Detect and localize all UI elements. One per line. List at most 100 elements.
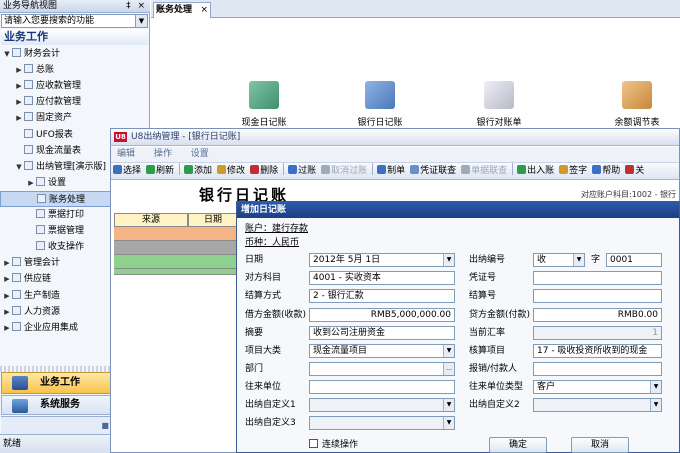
toolbar-button[interactable]: 添加 [182, 163, 214, 179]
dept-field[interactable]: … [309, 362, 455, 376]
expand-icon[interactable]: ▶ [14, 94, 24, 110]
table-row[interactable] [114, 255, 238, 269]
expand-icon[interactable]: ▶ [26, 175, 36, 191]
dialog-titlebar[interactable]: 增加日记账 [237, 202, 679, 218]
window-titlebar[interactable]: U8 U8出纳管理 - [银行日记账] [111, 129, 679, 146]
toolbar-button[interactable]: 签字 [557, 163, 589, 179]
payer-field[interactable] [533, 362, 662, 376]
summary-field[interactable]: 收到公司注册资金 [309, 326, 455, 340]
expand-icon[interactable]: ▶ [2, 320, 12, 336]
expand-icon[interactable]: ▶ [2, 255, 12, 271]
window-title: U8出纳管理 - [银行日记账] [131, 132, 241, 142]
folder-icon [12, 257, 21, 267]
report-icon [24, 128, 33, 138]
custom3-select[interactable]: ▼ [309, 416, 455, 430]
sidebar-item[interactable]: ▶ 固定资产 [0, 110, 149, 126]
sidebar-item[interactable]: ▶ 应付款管理 [0, 94, 149, 110]
grid-header-date[interactable]: 日期 [188, 213, 238, 227]
toolbar-icon [625, 165, 635, 174]
chevron-down-icon[interactable]: ▼ [443, 345, 454, 357]
date-field[interactable]: 2012年 5月 1日 ▼ [309, 253, 455, 267]
nav-panel-controls[interactable]: ‡ × [126, 0, 147, 13]
window-toolbar: 选择 刷新 添加 修改 删除 过账 取消过账 制单 凭证联查 单据联查 出入账 签字 帮助 关 [111, 162, 679, 180]
bank-statement-shortcut[interactable]: 银行对账单 [459, 81, 539, 128]
sidebar-item[interactable]: ▼ 财务会计 [0, 46, 149, 62]
menu-operate[interactable]: 操作 [154, 149, 172, 159]
toolbar-button-label: 出入账 [527, 166, 555, 176]
chevron-down-icon[interactable]: ▼ [573, 254, 584, 266]
grid-header-source[interactable]: 来源 [114, 213, 188, 227]
partner-field[interactable] [309, 380, 455, 394]
toolbar-button[interactable]: 选择 [111, 163, 143, 179]
bank-journal-shortcut[interactable]: 银行日记账 [340, 81, 420, 128]
checkbox-box[interactable] [309, 439, 318, 448]
settle-no-field[interactable] [533, 289, 662, 303]
cashier-no-type-select[interactable]: 收 ▼ [533, 253, 585, 267]
expand-icon[interactable]: ▶ [2, 304, 12, 320]
tab-account-processing[interactable]: 账务处理 × [153, 2, 211, 18]
credit-amount-field[interactable]: RMB0.00 [533, 308, 662, 322]
payable-icon [24, 96, 33, 106]
chevron-down-icon[interactable]: ▼ [650, 399, 661, 411]
cancel-button[interactable]: 取消 [571, 437, 629, 453]
sidebar-item[interactable]: ▶ 应收款管理 [0, 78, 149, 94]
sidebar-item[interactable]: ▶ 总账 [0, 62, 149, 78]
continuous-checkbox[interactable]: 连续操作 [309, 439, 358, 452]
tab-bar: 账务处理 × [151, 0, 680, 18]
partner-type-select[interactable]: 客户 ▼ [533, 380, 662, 394]
expand-icon[interactable]: ▶ [2, 271, 12, 287]
table-row[interactable] [114, 241, 238, 255]
toolbar-button[interactable]: 关 [623, 163, 646, 179]
toolbar-button[interactable]: 修改 [215, 163, 247, 179]
counter-subject-field[interactable]: 4001 - 实收资本 [309, 271, 455, 285]
nav-search-input[interactable]: 请输入您要搜索的功能 ▼ [1, 14, 148, 28]
item-class-select[interactable]: 现金流量项目 ▼ [309, 344, 455, 358]
book-icon [37, 193, 46, 203]
chevron-down-icon[interactable]: ▼ [650, 381, 661, 393]
toolbar-button[interactable]: 单据联查 [459, 163, 509, 179]
cash-journal-shortcut[interactable]: 现金日记账 [224, 81, 304, 128]
expand-icon[interactable]: ▶ [2, 288, 12, 304]
print-icon [36, 209, 45, 218]
debit-amount-field[interactable]: RMB5,000,000.00 [309, 308, 455, 322]
custom1-select[interactable]: ▼ [309, 398, 455, 412]
menu-edit[interactable]: 编辑 [117, 149, 135, 159]
toolbar-button[interactable]: 帮助 [590, 163, 622, 179]
expand-icon[interactable]: ▶ [14, 62, 24, 78]
menu-settings[interactable]: 设置 [191, 149, 209, 159]
ok-button[interactable]: 确定 [489, 437, 547, 453]
toolbar-button[interactable]: 刷新 [144, 163, 176, 179]
table-row[interactable] [114, 227, 238, 241]
chevron-down-icon[interactable]: ▼ [135, 15, 147, 27]
business-work-label: 业务工作 [40, 377, 80, 388]
char-no-field[interactable]: 0001 [606, 253, 662, 267]
toolbar-button-label: 单据联查 [471, 166, 508, 176]
toolbar-icon [250, 165, 260, 174]
settle-method-field[interactable]: 2 - 银行汇款 [309, 289, 455, 303]
chevron-down-icon[interactable]: ▼ [443, 254, 454, 266]
toolbar-button[interactable]: 制单 [375, 163, 407, 179]
item-class-value: 现金流量项目 [313, 346, 368, 356]
sidebar-item-label: 应收款管理 [36, 81, 82, 92]
toolbar-button[interactable]: 出入账 [515, 163, 556, 179]
close-icon[interactable]: × [200, 3, 208, 17]
toolbar-button-label: 删除 [260, 166, 279, 176]
toolbar-button[interactable]: 删除 [248, 163, 280, 179]
expand-icon[interactable]: ▶ [14, 78, 24, 94]
collapse-icon[interactable]: ▼ [14, 159, 24, 175]
collapse-icon[interactable]: ▼ [2, 46, 12, 62]
expand-icon[interactable]: ▶ [14, 110, 24, 126]
toolbar-button[interactable]: 过账 [286, 163, 318, 179]
system-service-icon [12, 399, 28, 413]
chevron-down-icon[interactable]: ▼ [443, 399, 454, 411]
chevron-down-icon[interactable]: ▼ [443, 417, 454, 429]
custom2-select[interactable]: ▼ [533, 398, 662, 412]
counter-subject-label: 对方科目 [245, 273, 282, 283]
table-row[interactable] [114, 269, 238, 275]
item-field[interactable]: 17 - 吸收投资所收到的现金 [533, 344, 662, 358]
reconciliation-shortcut[interactable]: 余额调节表 [597, 81, 677, 128]
toolbar-button[interactable]: 凭证联查 [408, 163, 458, 179]
browse-button[interactable]: … [443, 363, 454, 375]
voucher-no-field[interactable] [533, 271, 662, 285]
toolbar-button[interactable]: 取消过账 [319, 163, 369, 179]
